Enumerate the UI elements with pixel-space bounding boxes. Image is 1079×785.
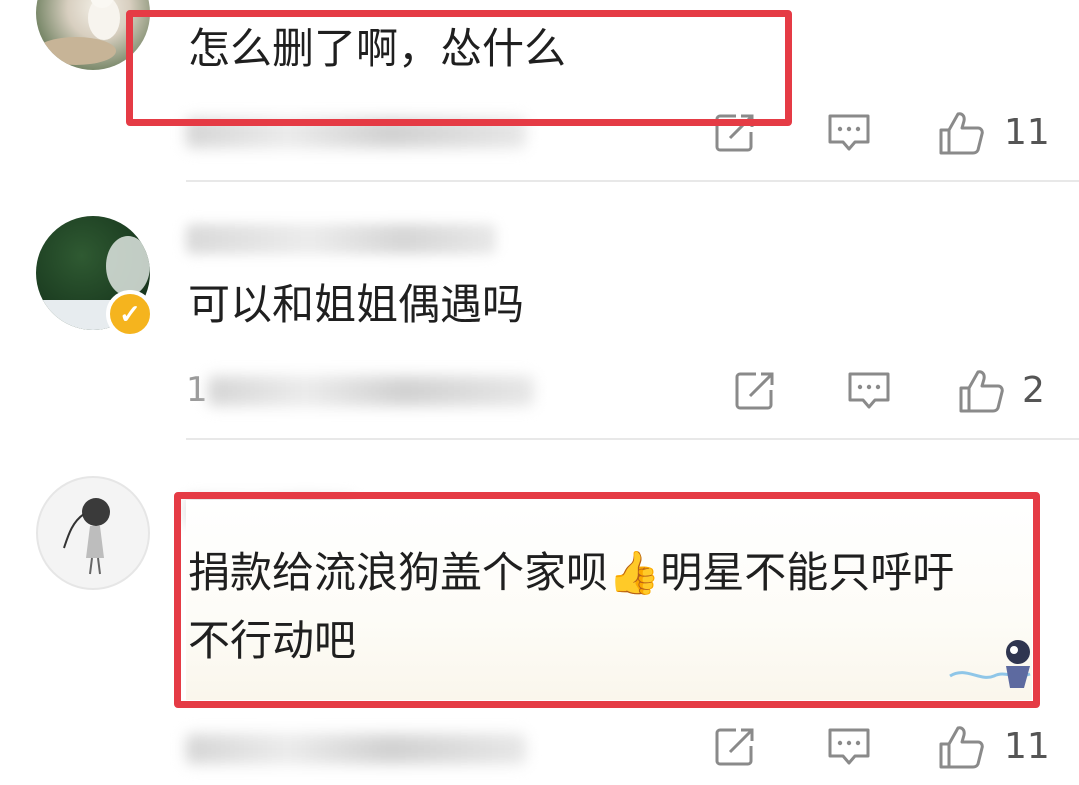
comment-meta-visible: 1 <box>186 370 208 410</box>
username-blurred <box>186 224 496 254</box>
comment-meta-blurred <box>208 376 534 406</box>
share-icon[interactable] <box>732 368 778 414</box>
share-icon[interactable] <box>712 724 758 770</box>
comment-icon[interactable] <box>846 368 892 414</box>
highlight-box <box>174 492 1040 708</box>
avatar-girl-sketch <box>63 498 110 575</box>
avatar[interactable] <box>36 476 150 590</box>
like-count: 11 <box>1004 726 1050 767</box>
comment-item-3: 捐款给流浪狗盖个家呗👍明星不能只呼吁 不行动吧 11 <box>0 440 1079 785</box>
comment-item-1: 怎么删了啊，怂什么 11 <box>0 0 1079 180</box>
comment-meta-blurred <box>186 734 526 764</box>
like-count: 11 <box>1004 112 1050 153</box>
verified-icon: ✓ <box>106 290 154 338</box>
like-icon[interactable] <box>936 108 986 158</box>
comment-text: 可以和姐姐偶遇吗 <box>188 280 525 329</box>
like-icon[interactable] <box>936 722 986 772</box>
comment-item-2: ✓ 可以和姐姐偶遇吗 1 2 <box>0 182 1079 438</box>
like-icon[interactable] <box>956 366 1006 416</box>
comment-icon[interactable] <box>826 110 872 156</box>
like-count: 2 <box>1022 370 1045 411</box>
comment-icon[interactable] <box>826 724 872 770</box>
highlight-box <box>126 10 792 126</box>
